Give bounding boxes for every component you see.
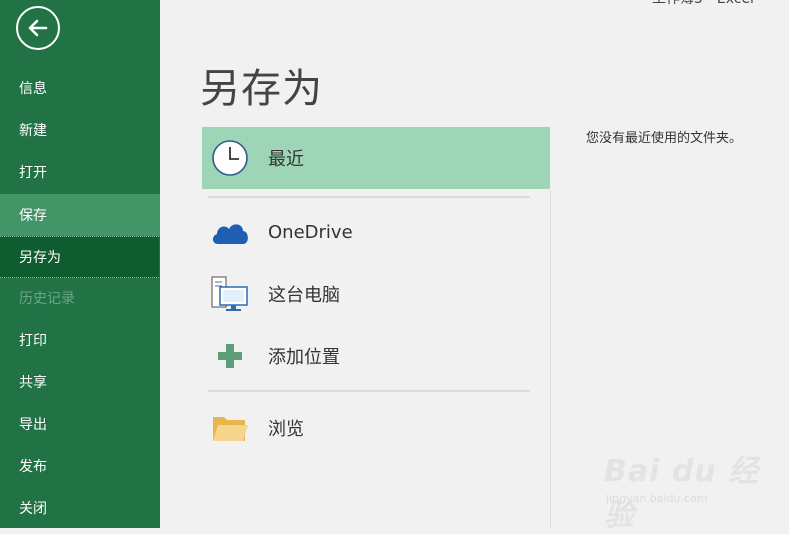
sidebar-item-print[interactable]: 打印 [0, 320, 160, 360]
sidebar-item-label: 发布 [19, 459, 47, 475]
window-title: 工作簿5 - Excel [652, 0, 754, 8]
plus-icon [210, 336, 250, 376]
divider [208, 196, 530, 198]
watermark-url: jingyan.baidu.com [606, 492, 708, 505]
sidebar-item-new[interactable]: 新建 [0, 110, 160, 150]
sidebar-item-label: 信息 [19, 81, 47, 97]
panel-separator [550, 190, 551, 528]
sidebar-item-save[interactable]: 保存 [0, 194, 160, 236]
sidebar-item-label: 导出 [19, 417, 47, 433]
back-button[interactable] [16, 6, 60, 50]
location-label: 添加位置 [268, 347, 340, 368]
location-onedrive[interactable]: OneDrive [202, 201, 550, 263]
sidebar-item-share[interactable]: 共享 [0, 362, 160, 402]
clock-icon [210, 138, 250, 178]
computer-icon [210, 274, 250, 314]
location-label: 浏览 [268, 419, 304, 440]
divider [208, 390, 530, 392]
sidebar-item-save-as[interactable]: 另存为 [0, 236, 159, 278]
backstage-sidebar: 信息 新建 打开 保存 另存为 历史记录 打印 共享 导出 发布 关闭 [0, 0, 160, 528]
location-add-place[interactable]: 添加位置 [202, 325, 550, 387]
watermark-logo: Bai du 经验 [604, 454, 760, 533]
location-browse[interactable]: 浏览 [202, 397, 550, 459]
sidebar-item-label: 共享 [19, 375, 47, 391]
recent-empty-message: 您没有最近使用的文件夹。 [586, 131, 743, 146]
sidebar-item-label: 历史记录 [19, 291, 75, 307]
sidebar-item-export[interactable]: 导出 [0, 404, 160, 444]
location-label: 这台电脑 [268, 285, 340, 306]
sidebar-item-info[interactable]: 信息 [0, 68, 160, 108]
sidebar-item-publish[interactable]: 发布 [0, 446, 160, 486]
sidebar-item-open[interactable]: 打开 [0, 152, 160, 192]
location-label: OneDrive [268, 221, 353, 243]
location-label: 最近 [268, 149, 304, 170]
sidebar-item-label: 另存为 [19, 250, 61, 266]
back-arrow-icon [28, 19, 48, 37]
location-recent[interactable]: 最近 [202, 127, 550, 189]
sidebar-item-label: 打印 [19, 333, 47, 349]
sidebar-item-label: 保存 [19, 208, 47, 224]
sidebar-item-history: 历史记录 [0, 278, 160, 318]
sidebar-item-close[interactable]: 关闭 [0, 488, 160, 528]
page-title: 另存为 [200, 66, 323, 112]
sidebar-item-label: 新建 [19, 123, 47, 139]
sidebar-item-label: 关闭 [19, 501, 47, 517]
cloud-icon [210, 212, 250, 252]
folder-icon [210, 408, 250, 448]
sidebar-item-label: 打开 [19, 165, 47, 181]
location-this-pc[interactable]: 这台电脑 [202, 263, 550, 325]
